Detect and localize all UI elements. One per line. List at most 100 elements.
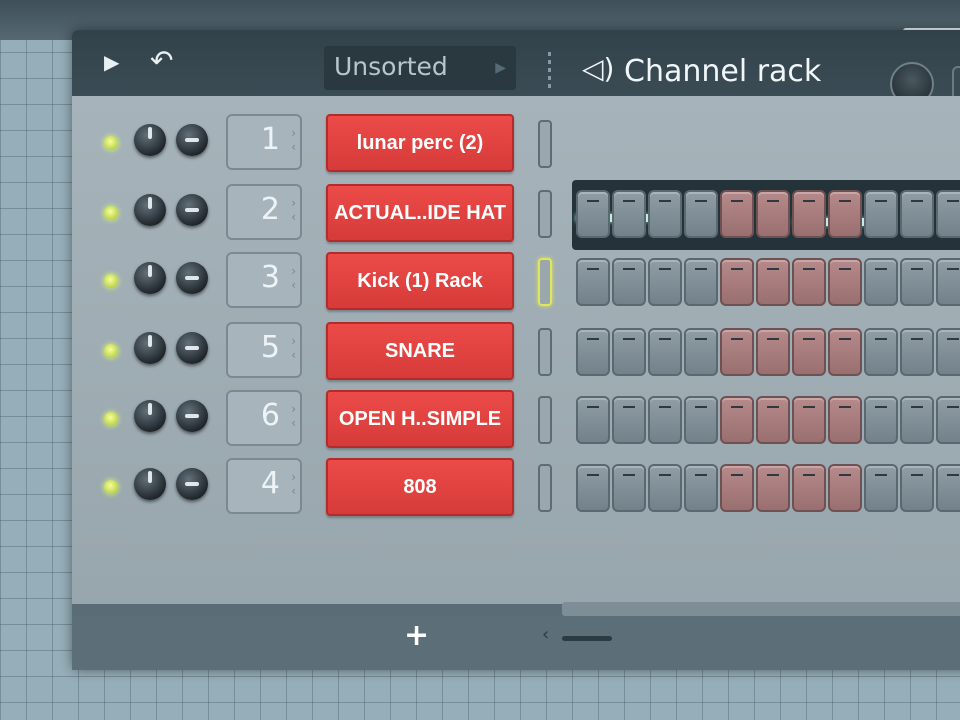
channel-pan-knob[interactable] [176, 332, 208, 364]
step-button[interactable] [864, 328, 898, 376]
channel-select-indicator[interactable] [538, 328, 552, 376]
channel-pan-knob[interactable] [176, 194, 208, 226]
channel-rack-titlebar[interactable]: ▶ ↶ Unsorted ▶ ◁) Channel rack [72, 30, 960, 110]
step-button[interactable] [792, 258, 826, 306]
scroll-left-icon[interactable]: ‹ [542, 624, 549, 645]
step-button[interactable] [792, 396, 826, 444]
channel-volume-knob[interactable] [134, 262, 166, 294]
step-button[interactable] [828, 328, 862, 376]
step-button[interactable] [612, 328, 646, 376]
channel-mute-led[interactable] [104, 412, 118, 426]
channel-volume-knob[interactable] [134, 124, 166, 156]
mixer-track-selector[interactable]: 5 › ‹ [226, 322, 302, 378]
channel-volume-knob[interactable] [134, 194, 166, 226]
step-button[interactable] [792, 464, 826, 512]
channel-select-indicator[interactable] [538, 120, 552, 168]
step-button[interactable] [756, 396, 790, 444]
step-button[interactable] [900, 396, 934, 444]
channel-mute-led[interactable] [104, 206, 118, 220]
step-button[interactable] [576, 396, 610, 444]
step-button[interactable] [936, 328, 960, 376]
rack-scrollbar[interactable] [562, 602, 960, 616]
step-button[interactable] [612, 396, 646, 444]
channel-select-indicator[interactable] [538, 190, 552, 238]
channel-mute-led[interactable] [104, 480, 118, 494]
channel-select-indicator[interactable] [538, 258, 552, 306]
channel-name-button[interactable]: OPEN H..SIMPLE [326, 390, 514, 448]
channel-pan-knob[interactable] [176, 124, 208, 156]
step-button[interactable] [864, 464, 898, 512]
step-button[interactable] [864, 258, 898, 306]
step-button[interactable] [648, 396, 682, 444]
channel-mute-led[interactable] [104, 136, 118, 150]
step-button[interactable] [576, 328, 610, 376]
step-button[interactable] [828, 258, 862, 306]
step-button[interactable] [864, 396, 898, 444]
mixer-track-selector[interactable]: 1 › ‹ [226, 114, 302, 170]
horizontal-scroll-handle[interactable] [562, 636, 612, 641]
channel-name-button[interactable]: SNARE [326, 322, 514, 380]
channel-mute-led[interactable] [104, 274, 118, 288]
step-button[interactable] [684, 190, 718, 238]
step-button[interactable] [756, 464, 790, 512]
filter-dropdown[interactable]: Unsorted ▶ [324, 46, 516, 90]
channel-pan-knob[interactable] [176, 262, 208, 294]
step-button[interactable] [936, 190, 960, 238]
step-button[interactable] [612, 464, 646, 512]
step-button[interactable] [756, 190, 790, 238]
channel-name-button[interactable]: 808 [326, 458, 514, 516]
step-button[interactable] [684, 464, 718, 512]
step-button[interactable] [864, 190, 898, 238]
channel-volume-knob[interactable] [134, 400, 166, 432]
step-button[interactable] [900, 328, 934, 376]
step-button[interactable] [648, 464, 682, 512]
step-button[interactable] [900, 258, 934, 306]
channel-volume-knob[interactable] [134, 468, 166, 500]
step-button[interactable] [720, 258, 754, 306]
step-button[interactable] [576, 464, 610, 512]
channel-select-indicator[interactable] [538, 396, 552, 444]
step-button[interactable] [684, 258, 718, 306]
knob-indicator [148, 471, 152, 483]
step-button[interactable] [720, 328, 754, 376]
mixer-track-selector[interactable]: 2 › ‹ [226, 184, 302, 240]
undo-icon[interactable]: ↶ [150, 44, 173, 77]
step-button[interactable] [720, 190, 754, 238]
step-button[interactable] [720, 464, 754, 512]
channel-volume-knob[interactable] [134, 332, 166, 364]
add-channel-button[interactable]: + [404, 618, 429, 653]
step-button[interactable] [720, 396, 754, 444]
channel-name-button[interactable]: Kick (1) Rack [326, 252, 514, 310]
channel-pan-knob[interactable] [176, 468, 208, 500]
step-button[interactable] [648, 328, 682, 376]
mixer-track-selector[interactable]: 6 › ‹ [226, 390, 302, 446]
mixer-track-selector[interactable]: 3 › ‹ [226, 252, 302, 308]
step-button[interactable] [828, 464, 862, 512]
step-button[interactable] [756, 328, 790, 376]
step-button[interactable] [576, 190, 610, 238]
step-button[interactable] [612, 190, 646, 238]
step-button[interactable] [684, 328, 718, 376]
step-button[interactable] [936, 464, 960, 512]
step-button[interactable] [648, 190, 682, 238]
step-button[interactable] [900, 190, 934, 238]
step-button[interactable] [900, 464, 934, 512]
channel-name-button[interactable]: lunar perc (2) [326, 114, 514, 172]
step-button[interactable] [792, 328, 826, 376]
step-button[interactable] [612, 258, 646, 306]
play-icon[interactable]: ▶ [104, 50, 119, 74]
channel-pan-knob[interactable] [176, 400, 208, 432]
step-button[interactable] [936, 396, 960, 444]
step-button[interactable] [828, 396, 862, 444]
channel-mute-led[interactable] [104, 344, 118, 358]
step-button[interactable] [684, 396, 718, 444]
step-button[interactable] [792, 190, 826, 238]
step-button[interactable] [936, 258, 960, 306]
mixer-track-selector[interactable]: 4 › ‹ [226, 458, 302, 514]
step-button[interactable] [648, 258, 682, 306]
step-button[interactable] [828, 190, 862, 238]
step-button[interactable] [576, 258, 610, 306]
step-button[interactable] [756, 258, 790, 306]
channel-name-button[interactable]: ACTUAL..IDE HAT [326, 184, 514, 242]
channel-select-indicator[interactable] [538, 464, 552, 512]
